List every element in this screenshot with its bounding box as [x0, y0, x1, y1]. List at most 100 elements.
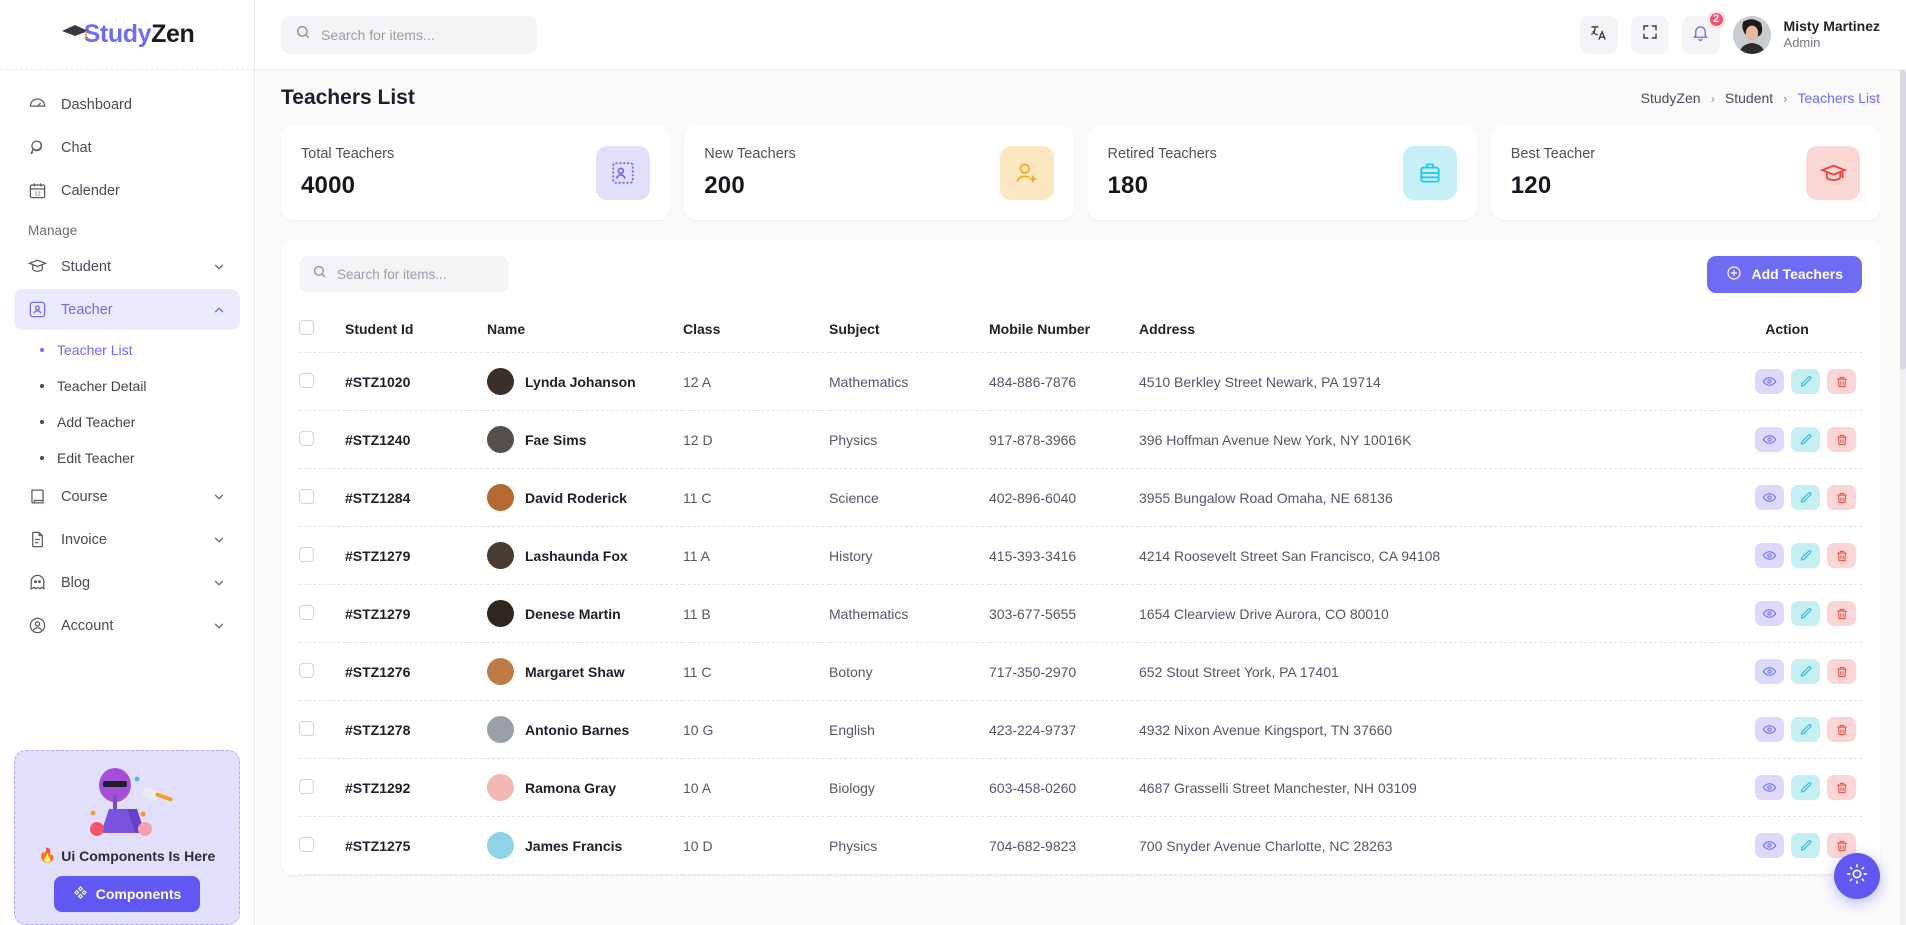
- sidebar-item-teacher[interactable]: Teacher: [14, 289, 240, 330]
- avatar[interactable]: [1732, 15, 1771, 54]
- cell-address: 4687 Grasselli Street Manchester, NH 031…: [1139, 758, 1712, 817]
- table-search[interactable]: [299, 256, 509, 292]
- row-checkbox[interactable]: [299, 720, 314, 736]
- search-input[interactable]: [321, 26, 523, 43]
- table-row[interactable]: #STZ1292 Ramona Gray 10 A Biology 603-458-02…: [299, 758, 1862, 817]
- sidebar-item-chat[interactable]: Chat: [14, 127, 240, 168]
- delete-button[interactable]: [1827, 369, 1856, 394]
- delete-button[interactable]: [1827, 543, 1856, 568]
- view-button[interactable]: [1755, 601, 1784, 626]
- delete-button[interactable]: [1827, 775, 1856, 800]
- add-teachers-button[interactable]: Add Teachers: [1707, 255, 1862, 293]
- view-button[interactable]: [1755, 543, 1784, 568]
- col-class[interactable]: Class: [683, 308, 829, 353]
- view-button[interactable]: [1755, 717, 1784, 742]
- edit-button[interactable]: [1791, 543, 1820, 568]
- language-button[interactable]: [1579, 15, 1618, 54]
- col-subject[interactable]: Subject: [829, 308, 989, 353]
- briefcase-icon: [1402, 146, 1457, 200]
- row-checkbox[interactable]: [299, 778, 314, 794]
- stat-card-new-teachers: New Teachers 200: [684, 126, 1074, 220]
- sidebar-item-invoice[interactable]: Invoice: [14, 519, 240, 560]
- delete-button[interactable]: [1827, 659, 1856, 684]
- view-button[interactable]: [1755, 427, 1784, 452]
- brand-part-2: Zen: [151, 20, 195, 48]
- stat-label: Best Teacher: [1510, 146, 1596, 162]
- global-search[interactable]: [281, 15, 537, 54]
- cell-student-id: #STZ1020: [345, 352, 487, 411]
- table-row[interactable]: #STZ1275 James Francis 10 D Physics 704-682-…: [299, 816, 1862, 875]
- col-name[interactable]: Name: [487, 308, 683, 353]
- sidebar-subitem-teacher-detail[interactable]: Teacher Detail: [14, 368, 240, 404]
- select-all-checkbox[interactable]: [299, 320, 314, 335]
- theme-toggle-button[interactable]: [1834, 853, 1880, 899]
- table-search-input[interactable]: [337, 266, 496, 282]
- delete-button[interactable]: [1827, 717, 1856, 742]
- cell-student-id: #STZ1284: [345, 468, 487, 527]
- edit-button[interactable]: [1791, 601, 1820, 626]
- sidebar-item-student[interactable]: Student: [14, 246, 240, 287]
- sidebar-item-blog[interactable]: Blog: [14, 562, 240, 603]
- fullscreen-button[interactable]: [1630, 15, 1669, 54]
- col-student-id[interactable]: Student Id: [345, 308, 487, 353]
- sidebar-item-label: Blog: [61, 574, 91, 591]
- table-row[interactable]: #STZ1278 Antonio Barnes 10 G English 423-224…: [299, 700, 1862, 759]
- edit-button[interactable]: [1791, 659, 1820, 684]
- bell-icon: [1691, 23, 1710, 47]
- row-select-cell: [299, 352, 345, 411]
- components-button[interactable]: Components: [54, 876, 200, 912]
- row-checkbox[interactable]: [299, 836, 314, 852]
- table-row[interactable]: #STZ1240 Fae Sims 12 D Physics 917-878-3966 3…: [299, 410, 1862, 469]
- brand-logo-area[interactable]: StudyZen: [0, 0, 254, 70]
- row-checkbox[interactable]: [299, 488, 314, 504]
- select-all-header: [299, 308, 345, 353]
- table-row[interactable]: #STZ1284 David Roderick 11 C Science 402-896…: [299, 468, 1862, 527]
- table-row[interactable]: #STZ1279 Lashaunda Fox 11 A History 415-393-…: [299, 526, 1862, 585]
- edit-button[interactable]: [1791, 485, 1820, 510]
- table-row[interactable]: #STZ1279 Denese Martin 11 B Mathematics 303-…: [299, 584, 1862, 643]
- cell-name: Denese Martin: [487, 584, 683, 643]
- edit-button[interactable]: [1791, 427, 1820, 452]
- row-checkbox[interactable]: [299, 430, 314, 446]
- sidebar-item-dashboard[interactable]: Dashboard: [14, 84, 240, 125]
- edit-button[interactable]: [1791, 369, 1820, 394]
- delete-button[interactable]: [1827, 485, 1856, 510]
- delete-button[interactable]: [1827, 601, 1856, 626]
- edit-button[interactable]: [1791, 833, 1820, 858]
- scrollbar-thumb[interactable]: [1900, 70, 1906, 370]
- page-scrollbar[interactable]: [1900, 70, 1906, 925]
- table-row[interactable]: #STZ1020 Lynda Johanson 12 A Mathematics 484…: [299, 352, 1862, 411]
- sidebar-item-calender[interactable]: 12 Calender: [14, 170, 240, 211]
- view-button[interactable]: [1755, 775, 1784, 800]
- cell-actions: [1712, 642, 1862, 701]
- breadcrumb-item-student[interactable]: Student: [1725, 90, 1773, 106]
- delete-button[interactable]: [1827, 427, 1856, 452]
- cell-name: Fae Sims: [487, 410, 683, 469]
- brand-part-1: Study: [83, 20, 152, 48]
- edit-button[interactable]: [1791, 717, 1820, 742]
- sidebar-item-course[interactable]: Course: [14, 476, 240, 517]
- row-checkbox[interactable]: [299, 662, 314, 678]
- view-button[interactable]: [1755, 833, 1784, 858]
- svg-text:12: 12: [34, 191, 40, 197]
- cell-address: 700 Snyder Avenue Charlotte, NC 28263: [1139, 816, 1712, 875]
- row-checkbox[interactable]: [299, 372, 314, 388]
- col-address[interactable]: Address: [1139, 308, 1712, 353]
- notifications-button[interactable]: 2: [1681, 9, 1726, 54]
- col-mobile-number[interactable]: Mobile Number: [989, 308, 1139, 353]
- view-button[interactable]: [1755, 659, 1784, 684]
- row-checkbox[interactable]: [299, 604, 314, 620]
- row-checkbox[interactable]: [299, 546, 314, 562]
- cell-name-text: David Roderick: [525, 489, 627, 506]
- sidebar-subitem-teacher-list[interactable]: Teacher List: [14, 332, 240, 368]
- view-button[interactable]: [1755, 485, 1784, 510]
- sidebar-item-account[interactable]: Account: [14, 605, 240, 646]
- user-meta[interactable]: Misty Martinez Admin: [1784, 18, 1880, 52]
- edit-button[interactable]: [1791, 775, 1820, 800]
- breadcrumb-item-studyzen[interactable]: StudyZen: [1641, 90, 1701, 106]
- sidebar-subitem-add-teacher[interactable]: Add Teacher: [14, 404, 240, 440]
- cell-actions: [1712, 700, 1862, 759]
- view-button[interactable]: [1755, 369, 1784, 394]
- table-row[interactable]: #STZ1276 Margaret Shaw 11 C Botony 717-350-2…: [299, 642, 1862, 701]
- sidebar-subitem-edit-teacher[interactable]: Edit Teacher: [14, 440, 240, 476]
